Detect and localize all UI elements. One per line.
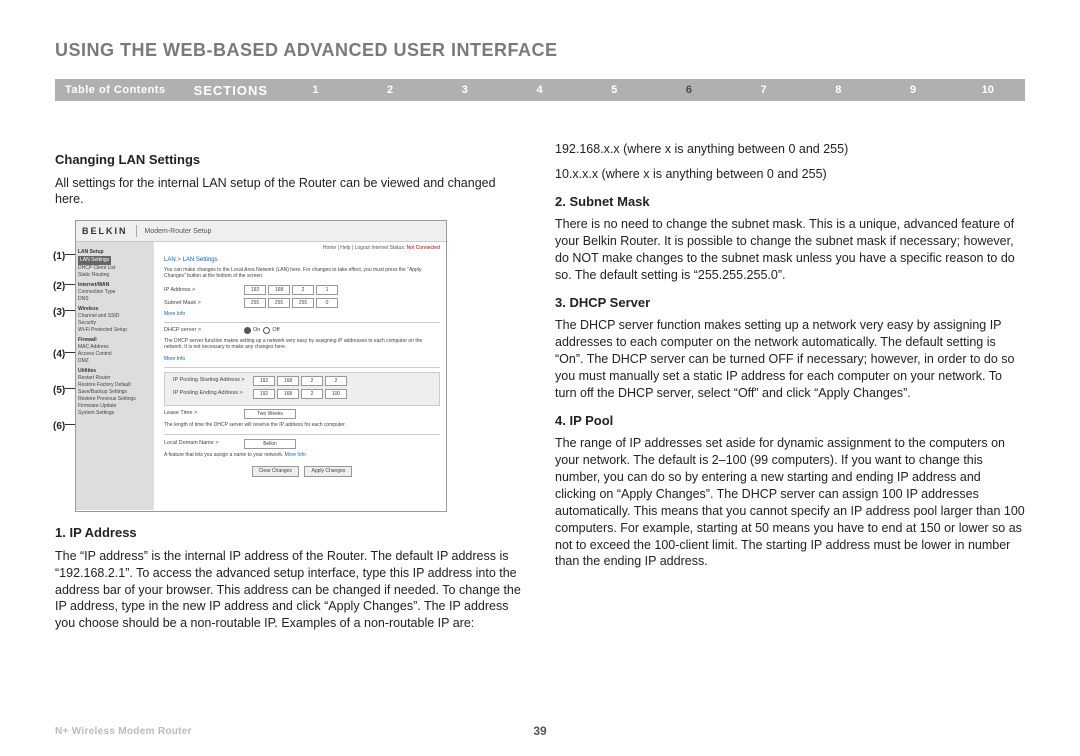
section-1[interactable]: 1 xyxy=(278,84,353,96)
callout-4: (4) xyxy=(53,348,65,362)
callout-3: (3) xyxy=(53,306,65,320)
footer-product: N+ Wireless Modem Router xyxy=(55,726,378,737)
ss-status-bar: Home | Help | Logout Internet Status: No… xyxy=(323,245,440,252)
section-10[interactable]: 10 xyxy=(950,84,1025,96)
section-8[interactable]: 8 xyxy=(801,84,876,96)
ss-breadcrumb: LAN > LAN Settings xyxy=(164,256,440,264)
footer-page-number: 39 xyxy=(378,724,701,738)
router-screenshot: BELKIN Modem-Router Setup Home | Help | … xyxy=(75,220,447,512)
router-screenshot-wrap: (1) (2) (3) (4) (5) (6) BELKIN Modem-Rou… xyxy=(75,220,525,512)
ss-main: LAN > LAN Settings You can make changes … xyxy=(154,242,446,510)
right-column: 192.168.x.x (where x is anything between… xyxy=(555,141,1025,640)
page-footer: N+ Wireless Modem Router 39 xyxy=(55,724,1025,738)
section-3[interactable]: 3 xyxy=(427,84,502,96)
ss-setup-title: Modem-Router Setup xyxy=(145,227,212,236)
ss-sidebar: LAN Setup LAN Settings DHCP Client List … xyxy=(76,242,154,510)
sections-label: SECTIONS xyxy=(194,83,268,98)
section-2[interactable]: 2 xyxy=(353,84,428,96)
section-5[interactable]: 5 xyxy=(577,84,652,96)
heading-ip-address: 1. IP Address xyxy=(55,524,525,542)
ss-row-ip: IP Address > 192 168 2 1 xyxy=(164,285,440,295)
section-7[interactable]: 7 xyxy=(726,84,801,96)
para-ip-address: The “IP address” is the internal IP addr… xyxy=(55,548,525,632)
toc-link[interactable]: Table of Contents xyxy=(65,84,166,96)
para-dhcp: The DHCP server function makes setting u… xyxy=(555,317,1025,401)
section-navbar: Table of Contents SECTIONS 1 2 3 4 5 6 7… xyxy=(55,79,1025,101)
para-example-1: 192.168.x.x (where x is anything between… xyxy=(555,141,1025,158)
ss-brand: BELKIN xyxy=(82,225,128,237)
section-4[interactable]: 4 xyxy=(502,84,577,96)
callout-2: (2) xyxy=(53,280,65,294)
ss-clear-button[interactable]: Clear Changes xyxy=(252,466,299,477)
ss-row-pool-end: IP Pooling Ending Address > 192 168 2 10… xyxy=(173,389,439,399)
ss-row-dhcp: DHCP server > On Off xyxy=(164,327,440,334)
para-example-2: 10.x.x.x (where x is anything between 0 … xyxy=(555,166,1025,183)
heading-subnet: 2. Subnet Mask xyxy=(555,193,1025,211)
para-subnet: There is no need to change the subnet ma… xyxy=(555,216,1025,284)
para-ippool: The range of IP addresses set aside for … xyxy=(555,435,1025,570)
ss-row-lease: Lease Time > Two Weeks xyxy=(164,409,440,419)
heading-changing-lan: Changing LAN Settings xyxy=(55,151,525,169)
heading-ippool: 4. IP Pool xyxy=(555,412,1025,430)
ss-apply-button[interactable]: Apply Changes xyxy=(304,466,352,477)
heading-dhcp: 3. DHCP Server xyxy=(555,294,1025,312)
section-6[interactable]: 6 xyxy=(652,84,727,96)
callout-5: (5) xyxy=(53,384,65,398)
callout-6: (6) xyxy=(53,420,65,434)
ss-row-domain: Local Domain Name > Belkin xyxy=(164,439,440,449)
callout-1: (1) xyxy=(53,250,65,264)
para-changing-lan: All settings for the internal LAN setup … xyxy=(55,175,525,209)
ss-row-subnet: Subnet Mask > 255 255 255 0 xyxy=(164,298,440,308)
section-9[interactable]: 9 xyxy=(876,84,951,96)
ss-row-pool-start: IP Pooling Starting Address > 192 168 2 … xyxy=(173,376,439,386)
page-title: USING THE WEB-BASED ADVANCED USER INTERF… xyxy=(55,40,1025,61)
left-column: Changing LAN Settings All settings for t… xyxy=(55,141,525,640)
